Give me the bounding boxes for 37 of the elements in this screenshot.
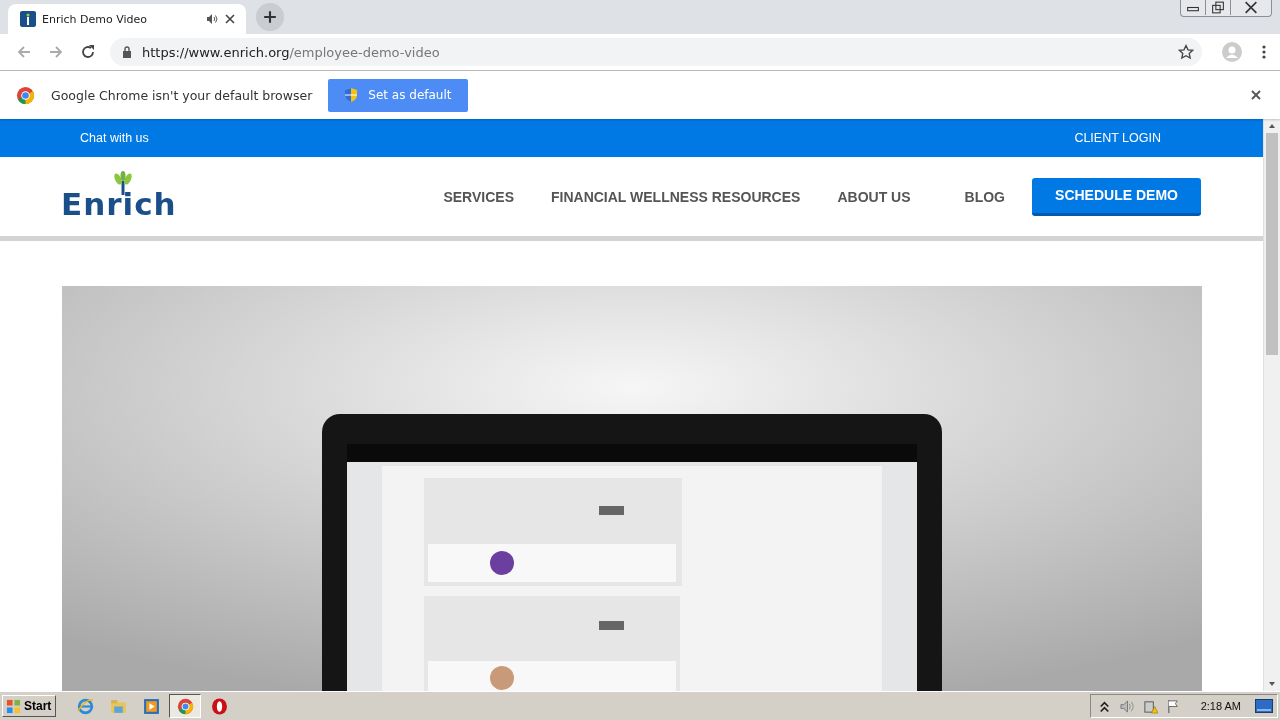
url-text: https://www.enrich.org/employee-demo-video xyxy=(142,44,441,60)
chat-link[interactable]: Chat with us xyxy=(80,131,149,145)
window-controls[interactable] xyxy=(1180,0,1272,17)
nav-link[interactable]: BLOG xyxy=(964,188,1005,205)
star-icon[interactable] xyxy=(1178,44,1194,60)
windows-logo-icon xyxy=(6,698,21,714)
browser-tab[interactable]: Enrich Demo Video xyxy=(8,4,246,34)
nav-link[interactable]: ABOUT US xyxy=(837,188,911,205)
reload-icon[interactable] xyxy=(80,44,96,60)
show-desktop-icon[interactable] xyxy=(1255,699,1273,713)
tab-title: Enrich Demo Video xyxy=(42,12,148,26)
start-button[interactable]: Start xyxy=(2,695,57,717)
clock[interactable]: 2:18 AM xyxy=(1200,700,1241,712)
nav-link[interactable]: FINANCIAL WELLNESS RESOURCES xyxy=(551,188,801,205)
scrollbar[interactable] xyxy=(1263,119,1280,691)
close-icon[interactable] xyxy=(224,13,236,25)
chrome-icon xyxy=(16,85,35,105)
schedule-demo-button[interactable]: SCHEDULE DEMO xyxy=(1032,177,1201,216)
menu-icon[interactable] xyxy=(1262,44,1266,60)
new-tab-button[interactable] xyxy=(256,3,284,31)
taskbar-button[interactable] xyxy=(169,694,202,718)
nav-link[interactable]: SERVICES xyxy=(443,188,514,205)
media-player-icon[interactable] xyxy=(142,697,160,715)
client-login-link[interactable]: CLIENT LOGIN xyxy=(1074,131,1161,145)
speaker-icon[interactable] xyxy=(206,13,218,25)
default-browser-message: Google Chrome isn't your default browser xyxy=(51,87,313,103)
close-icon[interactable] xyxy=(1250,89,1262,101)
plus-icon xyxy=(263,10,277,24)
address-bar[interactable]: https://www.enrich.org/employee-demo-video xyxy=(110,38,1202,66)
logo[interactable]: Enrich xyxy=(61,188,177,220)
shield-icon xyxy=(344,87,359,103)
chrome-icon[interactable] xyxy=(176,697,194,715)
flag-icon[interactable] xyxy=(1165,698,1181,714)
lock-icon xyxy=(122,46,132,58)
network-warning-icon[interactable] xyxy=(1142,698,1158,714)
favicon-icon xyxy=(20,11,36,27)
opera-icon[interactable] xyxy=(210,697,228,715)
